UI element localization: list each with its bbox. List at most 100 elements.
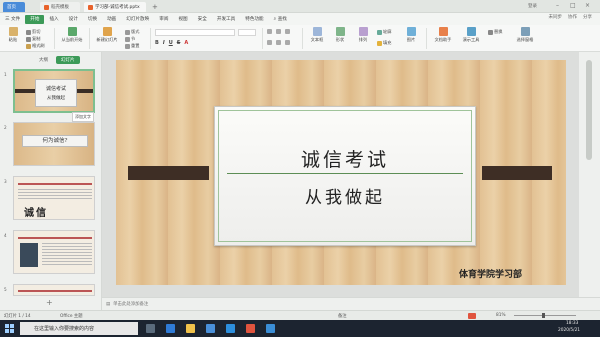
font-color-icon[interactable]: A	[184, 40, 188, 46]
text-box-button[interactable]: 文本框	[306, 27, 328, 43]
align-left-icon[interactable]	[267, 40, 272, 45]
select-pane-icon	[520, 27, 530, 36]
notes-pane[interactable]: ▤ 单击此处添加备注	[102, 297, 600, 310]
vertical-scrollbar[interactable]	[579, 52, 600, 297]
department-label[interactable]: 体育学院学习部	[459, 267, 522, 280]
show-tools-button[interactable]: 演示工具	[458, 27, 484, 43]
play-slideshow-icon[interactable]	[468, 313, 476, 319]
arrange-button[interactable]: 排列	[352, 27, 374, 43]
replace-button[interactable]: 替换	[488, 29, 502, 35]
slide-canvas: 诚信考试 从我做起 体育学院学习部	[102, 52, 579, 297]
title-card-border	[218, 110, 472, 242]
align-right-icon[interactable]	[285, 40, 290, 45]
doc-assistant-button[interactable]: 文档助手	[430, 27, 456, 43]
slide-thumbnail-1[interactable]: 诚信考试 从我做起	[13, 69, 95, 113]
brush-icon	[26, 43, 31, 49]
shape-button[interactable]: 形状	[329, 27, 351, 43]
new-tab-button[interactable]: +	[148, 2, 158, 12]
paste-button[interactable]: 粘贴	[2, 27, 24, 43]
zoom-slider-thumb[interactable]	[542, 313, 545, 318]
tab-slides[interactable]: 幻灯片	[56, 56, 80, 64]
tab-docer[interactable]: 稻壳模板	[40, 2, 80, 12]
edge-icon[interactable]	[166, 324, 175, 333]
menu-design[interactable]: 设计	[64, 15, 83, 24]
align-group	[267, 40, 290, 45]
reset-button[interactable]: 重置	[125, 43, 139, 49]
zoom-slider[interactable]	[514, 315, 576, 316]
play-icon	[67, 27, 77, 36]
minimize-icon[interactable]: –	[556, 2, 559, 9]
slide-thumbnail-4[interactable]	[13, 230, 95, 274]
format-painter-button[interactable]: 格式刷	[26, 43, 45, 49]
menu-file[interactable]: 三 文件	[0, 15, 25, 24]
new-slide-button[interactable]: 新建幻灯片	[92, 27, 122, 43]
slide-thumbnail-3[interactable]: 诚信	[13, 176, 95, 220]
slide-count: 幻灯片 1 / 14	[4, 314, 31, 319]
docer-icon	[44, 4, 49, 10]
bullet-list-icon[interactable]	[267, 29, 272, 34]
tab-home[interactable]: 首页	[3, 2, 25, 12]
copy-button[interactable]: 复制	[26, 36, 40, 42]
play-from-current-button[interactable]: 从当前开始	[58, 27, 86, 43]
cut-button[interactable]: 剪切	[26, 29, 40, 35]
notes-toggle[interactable]: 备注	[338, 313, 347, 319]
add-slide-button[interactable]: +	[46, 298, 53, 307]
font-size-select[interactable]	[238, 29, 256, 36]
zoom-level[interactable]: 81%	[496, 313, 506, 318]
menu-developer[interactable]: 开发工具	[212, 15, 240, 24]
file-explorer-icon[interactable]	[186, 324, 195, 333]
fill-button[interactable]: 填充	[377, 40, 391, 46]
task-view-icon[interactable]	[146, 324, 155, 333]
menu-view[interactable]: 视图	[173, 15, 192, 24]
mail-icon[interactable]	[226, 324, 235, 333]
menu-home[interactable]: 开始	[25, 14, 45, 24]
indent-icon[interactable]	[285, 29, 290, 34]
select-pane-button[interactable]: 选择窗格	[510, 27, 540, 43]
slide-thumbnail-2[interactable]: 何为诚信?	[13, 122, 95, 166]
bold-icon[interactable]: B	[155, 40, 159, 46]
close-icon[interactable]: ×	[585, 2, 590, 9]
store-icon[interactable]	[206, 324, 215, 333]
section-button[interactable]: 节	[125, 36, 135, 42]
plus-icon: +	[152, 3, 158, 11]
taskbar-search-input[interactable]: 在这里输入你要搜索的内容	[20, 322, 138, 335]
align-center-icon[interactable]	[276, 40, 281, 45]
share-button[interactable]: 分享	[583, 14, 592, 20]
search-menu[interactable]: ⌕ 查找	[269, 15, 292, 24]
menu-review[interactable]: 审阅	[154, 15, 173, 24]
text-box-label: 文本框	[310, 37, 324, 42]
strikethrough-icon[interactable]: S	[177, 40, 181, 46]
current-slide[interactable]: 诚信考试 从我做起 体育学院学习部	[116, 60, 566, 285]
format-painter-label: 格式刷	[32, 43, 45, 48]
windows-start-icon[interactable]	[5, 324, 14, 333]
maximize-icon[interactable]: □	[570, 2, 576, 9]
numbered-list-icon[interactable]	[276, 29, 281, 34]
tab-current-document[interactable]: 学习部-诚信考试.pptx	[84, 2, 146, 12]
menu-bar: 三 文件 开始 插入 设计 切换 动画 幻灯片放映 审阅 视图 安全 开发工具 …	[0, 13, 600, 25]
picture-button[interactable]: 图片	[400, 27, 422, 43]
sync-status[interactable]: 未同步	[549, 14, 563, 20]
thumb-card: 诚信考试 从我做起	[35, 79, 77, 107]
login-button[interactable]: 登录	[528, 3, 537, 9]
menu-transition[interactable]: 切换	[83, 15, 102, 24]
collaborate-button[interactable]: 协作	[568, 14, 577, 20]
scrollbar-thumb[interactable]	[586, 60, 592, 160]
italic-icon[interactable]: I	[163, 40, 165, 46]
menu-insert[interactable]: 插入	[44, 15, 63, 24]
font-name-select[interactable]	[155, 29, 235, 36]
slide-title[interactable]: 诚信考试	[215, 145, 475, 172]
ribbon-toolbar: 粘贴 剪切 复制 格式刷 从当前开始 新建幻灯片 版式 节 重置 B I U S…	[0, 25, 600, 52]
layout-button[interactable]: 版式	[125, 29, 139, 35]
underline-icon[interactable]: U	[169, 40, 173, 46]
outline-button[interactable]: 轮廓	[377, 29, 391, 35]
menu-slideshow[interactable]: 幻灯片放映	[121, 15, 154, 24]
paste-icon	[8, 27, 18, 36]
slide-subtitle[interactable]: 从我做起	[215, 183, 475, 208]
tab-outline[interactable]: 大纲	[34, 56, 53, 64]
wps-icon[interactable]	[246, 324, 255, 333]
menu-features[interactable]: 特色功能	[240, 15, 268, 24]
app-icon[interactable]	[266, 324, 275, 333]
slide-thumbnail-5[interactable]	[13, 284, 95, 296]
menu-animation[interactable]: 动画	[102, 15, 121, 24]
menu-security[interactable]: 安全	[193, 15, 212, 24]
